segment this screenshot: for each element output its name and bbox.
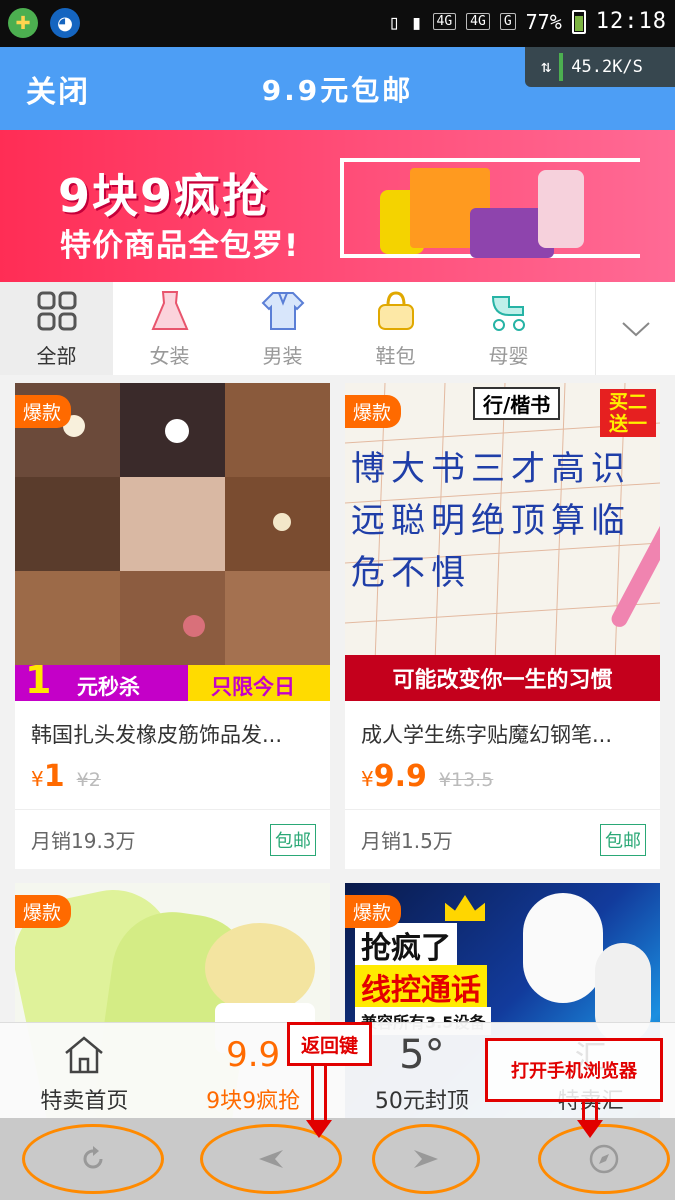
category-men[interactable]: 男装	[226, 282, 339, 375]
refresh-icon	[83, 1146, 103, 1169]
promo-line-1: 抢疯了	[355, 923, 457, 967]
product-slogan: 可能改变你一生的习惯	[345, 655, 660, 701]
browser-nav-bar	[0, 1118, 675, 1200]
category-all[interactable]: 全部	[0, 282, 113, 375]
tab-label: 50元封顶	[374, 1089, 469, 1114]
tab-label: 特卖首页	[40, 1089, 129, 1114]
net-speed-value: 45.2K/S	[571, 57, 643, 77]
clock: 12:18	[595, 9, 667, 34]
promo-number: 1	[25, 658, 52, 701]
annotation-arrow	[311, 1066, 327, 1122]
annotation-arrow	[582, 1102, 598, 1122]
promo-today: 只限今日	[211, 675, 295, 699]
category-label: 鞋包	[375, 344, 416, 368]
compass-icon	[589, 1144, 619, 1174]
net-speed-overlay: ⇅ 45.2K/S	[525, 47, 675, 87]
qq-icon: ◕	[50, 8, 80, 38]
app-notification-icon: ✚	[8, 8, 38, 38]
deal-tag: 买二 送一	[600, 389, 656, 437]
category-label: 男装	[262, 344, 303, 368]
annotation-back-key: 返回键	[287, 1022, 372, 1066]
category-label: 女装	[149, 344, 190, 368]
signal-g-label: G	[499, 13, 516, 30]
monthly-sales: 月销1.5万	[361, 829, 453, 853]
annotation-open-browser: 打开手机浏览器	[485, 1038, 663, 1102]
style-tag: 行/楷书	[473, 387, 561, 420]
stroller-icon	[487, 290, 531, 332]
category-bar: 全部 女装 男装 鞋包 母婴	[0, 282, 675, 375]
free-shipping-tag: 包邮	[600, 823, 646, 856]
back-arrow-icon	[259, 1150, 283, 1168]
product-image: 1 元秒杀 只限今日 爆款	[15, 383, 330, 701]
promo-line-2: 线控通话	[355, 965, 487, 1009]
category-label: 全部	[36, 344, 77, 368]
banner-subtitle: 特价商品全包罗!	[60, 228, 300, 264]
home-icon	[62, 1033, 106, 1077]
category-bags[interactable]: 鞋包	[339, 282, 452, 375]
product-image: 博大书三才高识远聪明绝顶算临危不惧 行/楷书 买二 送一 可能改变你一生的习惯 爆…	[345, 383, 660, 701]
status-bar: ✚ ◕ ▯ ▮ 4G 4G G 77% 12:18	[0, 0, 675, 47]
grid-icon	[35, 290, 79, 332]
monthly-sales: 月销19.3万	[31, 829, 136, 853]
bath-sponge	[205, 923, 315, 1013]
sale-price: ¥9.9	[361, 759, 427, 794]
crown-icon	[445, 895, 485, 921]
promo-banner[interactable]: 9块9疯抢 特价商品全包罗!	[0, 130, 675, 282]
product-title: 成人学生练字贴魔幻钢笔...	[361, 723, 613, 747]
network-type-label: 4G	[432, 13, 457, 30]
hot-badge: 爆款	[345, 895, 402, 928]
signal-4g-label: 4G	[466, 13, 490, 30]
battery-percent: 77%	[525, 9, 562, 34]
battery-icon	[571, 9, 586, 34]
original-price: ¥2	[76, 769, 101, 791]
annotation-arrow-head	[577, 1120, 603, 1138]
tab-home[interactable]: 特卖首页	[0, 1023, 169, 1118]
hot-badge: 爆款	[15, 395, 72, 428]
earbud-image	[523, 893, 603, 1003]
banner-title: 9块9疯抢	[58, 169, 271, 223]
screen: ✚ ◕ ▯ ▮ 4G 4G G 77% 12:18 关闭 9.9元包邮 ⇅ 45…	[0, 0, 675, 1200]
free-shipping-tag: 包邮	[270, 823, 316, 856]
dress-icon	[148, 290, 192, 332]
tab-label: 9块9疯抢	[206, 1089, 301, 1114]
chevron-down-icon	[621, 321, 650, 336]
transfer-arrows-icon: ⇅	[541, 57, 552, 77]
category-expand-button[interactable]	[595, 282, 675, 375]
forward-arrow-icon	[414, 1150, 438, 1168]
original-price: ¥13.5	[438, 769, 494, 791]
speed-bar	[559, 53, 564, 81]
product-card[interactable]: 1 元秒杀 只限今日 爆款 韩国扎头发橡皮筋饰品发... ¥1 ¥2 月销19.…	[15, 383, 330, 869]
hot-badge: 爆款	[15, 895, 72, 928]
refresh-button[interactable]	[22, 1124, 164, 1194]
nine-nine-icon: 9.9	[226, 1035, 281, 1075]
app-header: 关闭 9.9元包邮 ⇅ 45.2K/S	[0, 47, 675, 130]
category-baby[interactable]: 母婴	[452, 282, 565, 375]
hot-badge: 爆款	[345, 395, 402, 428]
open-browser-button[interactable]	[538, 1124, 670, 1194]
category-label: 母婴	[488, 344, 529, 368]
forward-button[interactable]	[372, 1124, 480, 1194]
calligraphy-sample: 博大书三才高识远聪明绝顶算临危不惧	[351, 449, 631, 593]
sim-icon: ▮	[410, 9, 423, 34]
product-title: 韩国扎头发橡皮筋饰品发...	[31, 723, 283, 747]
handbag-icon	[374, 290, 418, 332]
fifty-icon: 5°	[399, 1032, 445, 1078]
shirt-icon	[261, 290, 305, 332]
promo-text: 元秒杀	[77, 675, 140, 699]
category-women[interactable]: 女装	[113, 282, 226, 375]
sale-price: ¥1	[31, 759, 65, 794]
product-card[interactable]: 博大书三才高识远聪明绝顶算临危不惧 行/楷书 买二 送一 可能改变你一生的习惯 爆…	[345, 383, 660, 869]
annotation-arrow-head	[306, 1120, 332, 1138]
vibrate-icon: ▯	[388, 9, 401, 34]
